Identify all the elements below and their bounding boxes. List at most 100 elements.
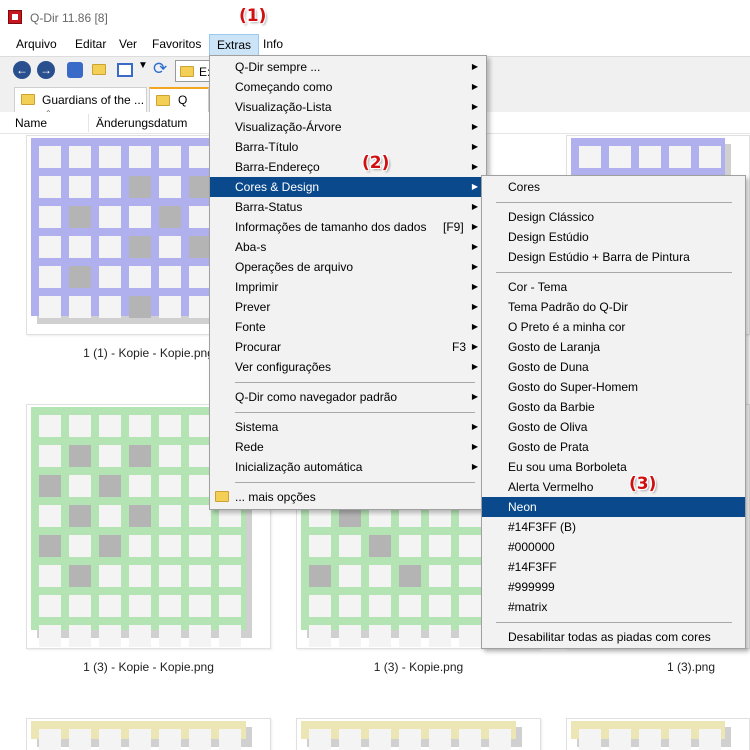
file-name[interactable]: 1 (3) - Kopie - Kopie.png [26, 660, 271, 674]
submenu-arrow-icon: ▶ [471, 442, 478, 451]
submenu-arrow-icon: ▶ [471, 302, 478, 311]
menu-item-navegador-padrao[interactable]: Q-Dir como navegador padrão ▶ [210, 387, 486, 407]
menu-item-visualizacao-arvore[interactable]: Visualização-Árvore ▶ [210, 117, 486, 137]
submenu-arrow-icon: ▶ [471, 422, 478, 431]
shortcut-label: [F9] [443, 220, 464, 234]
submenu-arrow-icon: ▶ [471, 242, 478, 251]
column-separator[interactable] [88, 114, 89, 132]
menu-separator [235, 482, 475, 483]
menu-item-alerta-vermelho[interactable]: Alerta Vermelho [482, 477, 745, 497]
menu-item-design-estudio[interactable]: Design Estúdio [482, 227, 745, 247]
menu-extras[interactable]: Extras [209, 34, 260, 56]
menu-item-barra-titulo[interactable]: Barra-Título ▶ [210, 137, 486, 157]
menu-item-cores[interactable]: Cores [482, 177, 745, 197]
colors-design-submenu: Cores Design Clássico Design Estúdio Des… [481, 175, 746, 649]
menu-item-14f3ff[interactable]: #14F3FF [482, 557, 745, 577]
window-title: Q-Dir 11.86 [8] [30, 11, 108, 25]
menu-item-sistema[interactable]: Sistema ▶ [210, 417, 486, 437]
menu-item-14f3ff-b[interactable]: #14F3FF (B) [482, 517, 745, 537]
tab-label: Q [178, 93, 188, 107]
file-name[interactable]: 1 (3) - Kopie.png [296, 660, 541, 674]
menu-item-ver-configuracoes[interactable]: Ver configurações ▶ [210, 357, 486, 377]
image-preview [301, 721, 522, 750]
app-icon [8, 10, 22, 24]
new-folder-icon[interactable] [92, 64, 106, 84]
sort-ascending-icon: ⌃ [45, 109, 52, 118]
menu-item-design-estudio-pintura[interactable]: Design Estúdio + Barra de Pintura [482, 247, 745, 267]
menu-item-oliva[interactable]: Gosto de Oliva [482, 417, 745, 437]
thumbnail-yellow-3[interactable] [566, 718, 750, 750]
forward-icon[interactable]: → [37, 61, 55, 79]
menu-item-barbie[interactable]: Gosto da Barbie [482, 397, 745, 417]
menu-item-fonte[interactable]: Fonte ▶ [210, 317, 486, 337]
menu-item-matrix[interactable]: #matrix [482, 597, 745, 617]
menu-item-999999[interactable]: #999999 [482, 577, 745, 597]
menu-item-design-classico[interactable]: Design Clássico [482, 207, 745, 227]
thumbnail-yellow-2[interactable] [296, 718, 541, 750]
column-date[interactable]: Änderungsdatum [96, 116, 187, 130]
file-name[interactable]: 1 (3).png [566, 660, 750, 674]
menu-arquivo[interactable]: Arquivo [9, 34, 64, 56]
submenu-arrow-icon: ▶ [471, 282, 478, 291]
menu-item-000000[interactable]: #000000 [482, 537, 745, 557]
view-dropdown-icon[interactable]: ▼ [138, 60, 148, 80]
menu-item-super-homem[interactable]: Gosto do Super-Homem [482, 377, 745, 397]
menu-item-rede[interactable]: Rede ▶ [210, 437, 486, 457]
address-folder-icon [180, 66, 194, 77]
submenu-arrow-icon: ▶ [471, 392, 478, 401]
back-icon[interactable]: ← [13, 61, 31, 79]
menu-item-inicializacao-automatica[interactable]: Inicialização automática ▶ [210, 457, 486, 477]
thumbnail-yellow-1[interactable] [26, 718, 271, 750]
menu-item-duna[interactable]: Gosto de Duna [482, 357, 745, 377]
menu-item-preto[interactable]: O Preto é a minha cor [482, 317, 745, 337]
view-grid-icon[interactable] [117, 63, 133, 77]
menu-item-cor-tema[interactable]: Cor - Tema [482, 277, 745, 297]
menu-favoritos[interactable]: Favoritos [145, 34, 208, 56]
submenu-arrow-icon: ▶ [471, 462, 478, 471]
menu-item-prever[interactable]: Prever ▶ [210, 297, 486, 317]
tab-q[interactable]: Q [149, 87, 209, 112]
up-folder-icon[interactable] [67, 62, 83, 78]
menu-item-informacoes-tamanho[interactable]: Informações de tamanho dos dados [F9] ▶ [210, 217, 486, 237]
menu-item-comecando-como[interactable]: Começando como ▶ [210, 77, 486, 97]
folder-icon [215, 491, 229, 502]
column-name[interactable]: Name [15, 116, 47, 130]
callout-1: (1) [239, 6, 267, 26]
menu-item-tema-padrao[interactable]: Tema Padrão do Q-Dir [482, 297, 745, 317]
menu-item-mais-opcoes[interactable]: ... mais opções [210, 487, 486, 507]
menu-item-operacoes-arquivo[interactable]: Operações de arquivo ▶ [210, 257, 486, 277]
submenu-arrow-icon: ▶ [471, 182, 478, 191]
menu-item-abas[interactable]: Aba-s ▶ [210, 237, 486, 257]
menu-item-imprimir[interactable]: Imprimir ▶ [210, 277, 486, 297]
menu-editar[interactable]: Editar [68, 34, 113, 56]
submenu-arrow-icon: ▶ [471, 262, 478, 271]
extras-menu: Q-Dir sempre ... ▶ Começando como ▶ Visual… [209, 55, 487, 510]
menu-item-neon[interactable]: Neon [482, 497, 745, 517]
menu-item-laranja[interactable]: Gosto de Laranja [482, 337, 745, 357]
menu-separator [235, 412, 475, 413]
tab-guardians[interactable]: Guardians of the ... [14, 87, 147, 112]
menu-item-cores-design[interactable]: Cores & Design ▶ [210, 177, 486, 197]
tab-folder-icon [21, 94, 35, 105]
refresh-icon[interactable]: ⟳ [153, 59, 167, 79]
menu-separator [496, 202, 732, 203]
menu-info[interactable]: Info [256, 34, 290, 56]
menu-item-borboleta[interactable]: Eu sou uma Borboleta [482, 457, 745, 477]
menu-item-qdir-sempre[interactable]: Q-Dir sempre ... ▶ [210, 57, 486, 77]
submenu-arrow-icon: ▶ [471, 142, 478, 151]
tab-label: Guardians of the ... [42, 93, 145, 107]
menu-item-prata[interactable]: Gosto de Prata [482, 437, 745, 457]
submenu-arrow-icon: ▶ [471, 222, 478, 231]
shortcut-label: F3 [452, 340, 467, 354]
menu-ver[interactable]: Ver [112, 34, 144, 56]
menu-separator [235, 382, 475, 383]
submenu-arrow-icon: ▶ [471, 362, 478, 371]
submenu-arrow-icon: ▶ [471, 62, 478, 71]
menu-item-visualizacao-lista[interactable]: Visualização-Lista ▶ [210, 97, 486, 117]
menu-item-desabilitar-piadas[interactable]: Desabilitar todas as piadas com cores [482, 627, 745, 647]
submenu-arrow-icon: ▶ [471, 342, 478, 351]
menu-item-barra-endereco[interactable]: Barra-Endereço ▶ [210, 157, 486, 177]
submenu-arrow-icon: ▶ [471, 122, 478, 131]
menu-item-procurar[interactable]: Procurar F3 ▶ [210, 337, 486, 357]
menu-item-barra-status[interactable]: Barra-Status ▶ [210, 197, 486, 217]
